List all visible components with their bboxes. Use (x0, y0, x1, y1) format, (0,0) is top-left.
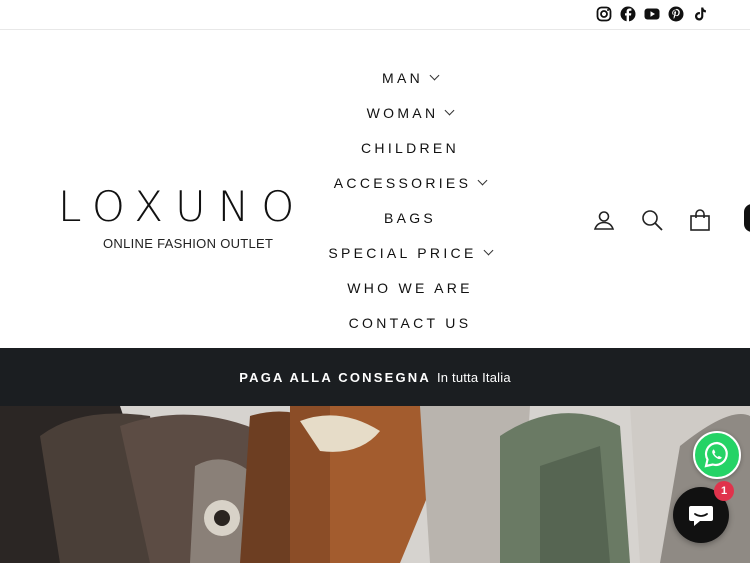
youtube-icon[interactable] (644, 6, 660, 22)
chevron-down-icon (483, 245, 494, 256)
site-header: LOXUNO ONLINE FASHION OUTLET MAN WOMAN C… (0, 30, 750, 348)
nav-item-contact-us[interactable]: CONTACT US (320, 305, 500, 340)
nav-item-label: CHILDREN (361, 139, 459, 156)
nav-item-label: SPECIAL PRICE (328, 244, 477, 261)
main-navigation: MAN WOMAN CHILDREN ACCESSORIES BAGS SPEC… (320, 60, 500, 340)
nav-item-label: ACCESSORIES (333, 174, 472, 191)
chevron-down-icon (444, 105, 455, 116)
announcement-bar: PAGA ALLA CONSEGNA In tutta Italia (0, 348, 750, 406)
nav-item-who-we-are[interactable]: WHO WE ARE (320, 270, 500, 305)
announcement-text: In tutta Italia (436, 369, 511, 385)
nav-item-bags[interactable]: BAGS (320, 200, 500, 235)
pinterest-icon[interactable] (668, 6, 684, 22)
nav-item-label: WOMAN (366, 104, 439, 121)
social-links (596, 6, 708, 22)
header-actions (592, 208, 712, 232)
whatsapp-icon (704, 441, 728, 468)
chevron-down-icon (477, 175, 488, 186)
search-icon[interactable] (640, 208, 664, 232)
nav-item-label: BAGS (383, 209, 437, 226)
hero-image (0, 406, 750, 563)
tiktok-icon[interactable] (692, 6, 708, 22)
nav-item-special-price[interactable]: SPECIAL PRICE (320, 235, 500, 270)
nav-item-children[interactable]: CHILDREN (320, 130, 500, 165)
social-bar (0, 0, 750, 30)
nav-item-label: CONTACT US (348, 314, 472, 331)
side-panel-tab[interactable] (744, 204, 750, 232)
brand-logo[interactable]: LOXUNO ONLINE FASHION OUTLET (58, 182, 318, 251)
announcement-strong: PAGA ALLA CONSEGNA (239, 369, 431, 385)
brand-tagline: ONLINE FASHION OUTLET (103, 236, 274, 251)
facebook-icon[interactable] (620, 6, 636, 22)
brand-name: LOXUNO (58, 182, 307, 231)
instagram-icon[interactable] (596, 6, 612, 22)
chevron-down-icon (429, 70, 440, 81)
nav-item-label: MAN (381, 69, 423, 86)
nav-item-label: WHO WE ARE (347, 279, 473, 296)
nav-item-man[interactable]: MAN (320, 60, 500, 95)
whatsapp-button[interactable] (693, 431, 741, 479)
nav-item-woman[interactable]: WOMAN (320, 95, 500, 130)
chat-bubble-icon (689, 506, 713, 526)
chat-unread-badge: 1 (714, 481, 734, 501)
user-icon[interactable] (592, 208, 616, 232)
cart-icon[interactable] (688, 208, 712, 232)
nav-item-accessories[interactable]: ACCESSORIES (320, 165, 500, 200)
